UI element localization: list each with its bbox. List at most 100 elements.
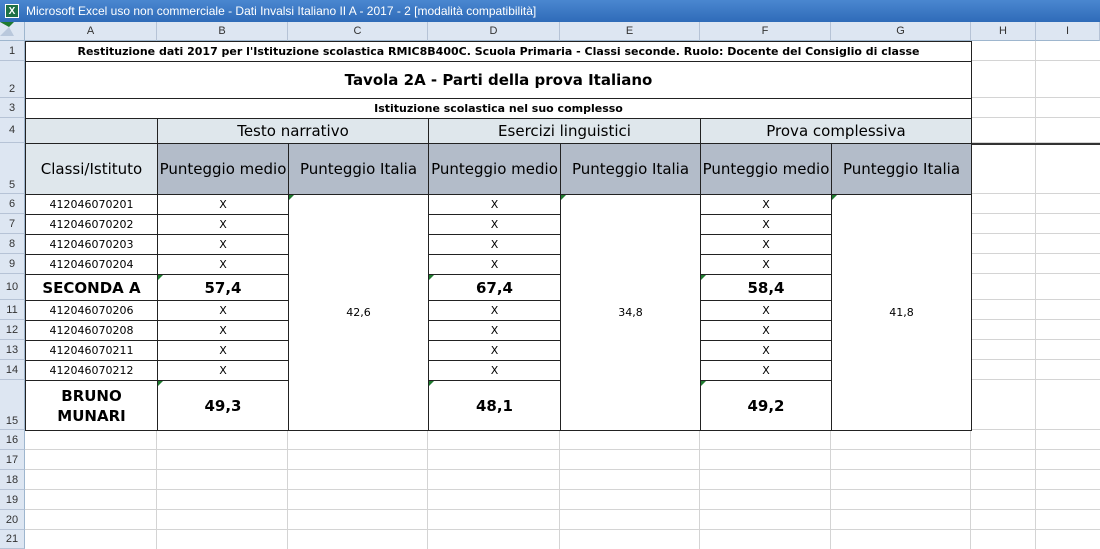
comment-indicator	[561, 195, 566, 200]
row-header-16[interactable]: 16	[0, 430, 25, 450]
row-label[interactable]: 412046070204	[25, 254, 158, 275]
score-value[interactable]: X	[428, 360, 561, 381]
score-value[interactable]: X	[700, 194, 832, 215]
row-header-18[interactable]: 18	[0, 470, 25, 490]
score-value[interactable]: X	[157, 340, 289, 361]
comment-indicator	[158, 275, 163, 280]
score-value[interactable]: X	[700, 300, 832, 321]
score-value[interactable]: X	[700, 214, 832, 235]
row-header-11[interactable]: 11	[0, 300, 25, 320]
section-testo-narrativo[interactable]: Testo narrativo	[157, 118, 429, 144]
row-label[interactable]: 412046070201	[25, 194, 158, 215]
column-header-b[interactable]: B	[157, 22, 288, 41]
row-header-3[interactable]: 3	[0, 98, 25, 118]
row-header-5[interactable]: 5	[0, 143, 25, 194]
row-header-13[interactable]: 13	[0, 340, 25, 360]
row-header-1[interactable]: 1	[0, 41, 25, 61]
score-value[interactable]: X	[700, 360, 832, 381]
table-subtitle[interactable]: Istituzione scolastica nel suo complesso	[25, 98, 972, 119]
score-value[interactable]: X	[428, 234, 561, 255]
table-title[interactable]: Tavola 2A - Parti della prova Italiano	[25, 61, 972, 99]
comment-indicator	[832, 195, 837, 200]
score-value[interactable]: 67,4	[428, 274, 561, 301]
window-title: Microsoft Excel uso non commerciale - Da…	[26, 4, 537, 18]
column-header-h[interactable]: H	[971, 22, 1036, 41]
score-value[interactable]: 58,4	[700, 274, 832, 301]
score-value[interactable]: X	[700, 234, 832, 255]
section-prova-complessiva[interactable]: Prova complessiva	[700, 118, 972, 144]
score-value[interactable]: X	[157, 360, 289, 381]
column-header-f[interactable]: F	[700, 22, 831, 41]
score-value[interactable]: X	[428, 214, 561, 235]
column-header-c[interactable]: C	[288, 22, 428, 41]
score-value[interactable]: X	[428, 300, 561, 321]
comment-indicator	[701, 381, 706, 386]
row-header-15[interactable]: 15	[0, 380, 25, 430]
score-value[interactable]: X	[157, 320, 289, 341]
comment-indicator	[429, 381, 434, 386]
row-header-9[interactable]: 9	[0, 254, 25, 274]
row-header-14[interactable]: 14	[0, 360, 25, 380]
column-header-i[interactable]: I	[1036, 22, 1100, 41]
header-punteggio-italia[interactable]: Punteggio Italia	[560, 143, 701, 195]
column-header-g[interactable]: G	[831, 22, 971, 41]
row-header-20[interactable]: 20	[0, 510, 25, 530]
score-value[interactable]: X	[428, 194, 561, 215]
column-header-d[interactable]: D	[428, 22, 560, 41]
punteggio-italia-value[interactable]: 42,6	[288, 194, 429, 431]
section-empty-cell[interactable]	[25, 118, 158, 144]
row-header-6[interactable]: 6	[0, 194, 25, 214]
row-header-19[interactable]: 19	[0, 490, 25, 510]
score-value[interactable]: 49,2	[700, 380, 832, 431]
row-label[interactable]: 412046070203	[25, 234, 158, 255]
score-value[interactable]: X	[157, 300, 289, 321]
score-value[interactable]: X	[157, 234, 289, 255]
score-value[interactable]: 48,1	[428, 380, 561, 431]
score-value[interactable]: 57,4	[157, 274, 289, 301]
column-header-a[interactable]: A	[25, 22, 157, 41]
row-label[interactable]: 412046070212	[25, 360, 158, 381]
score-value[interactable]: 49,3	[157, 380, 289, 431]
row-header-10[interactable]: 10	[0, 274, 25, 300]
header-punteggio-italia[interactable]: Punteggio Italia	[831, 143, 972, 195]
row-header-2[interactable]: 2	[0, 61, 25, 98]
row-label[interactable]: 412046070211	[25, 340, 158, 361]
header-punteggio-medio[interactable]: Punteggio medio	[700, 143, 832, 195]
score-value[interactable]: X	[157, 254, 289, 275]
row-label[interactable]: 412046070208	[25, 320, 158, 341]
score-value[interactable]: X	[157, 194, 289, 215]
header-punteggio-italia[interactable]: Punteggio Italia	[288, 143, 429, 195]
row-label[interactable]: 412046070202	[25, 214, 158, 235]
header-classi-istituto[interactable]: Classi/Istituto	[25, 143, 158, 195]
score-value[interactable]: X	[157, 214, 289, 235]
freeze-divider	[971, 143, 1100, 145]
column-header-e[interactable]: E	[560, 22, 700, 41]
row-header-17[interactable]: 17	[0, 450, 25, 470]
score-value[interactable]: X	[700, 254, 832, 275]
row-header-4[interactable]: 4	[0, 118, 25, 143]
comment-indicator	[158, 381, 163, 386]
gridline	[25, 529, 1100, 530]
row-label[interactable]: 412046070206	[25, 300, 158, 321]
row-header-8[interactable]: 8	[0, 234, 25, 254]
row-label[interactable]: BRUNO MUNARI	[25, 380, 158, 431]
score-value[interactable]: X	[428, 320, 561, 341]
gridline	[25, 509, 1100, 510]
row-label[interactable]: SECONDA A	[25, 274, 158, 301]
row-header-21[interactable]: 21	[0, 530, 25, 549]
section-esercizi-linguistici[interactable]: Esercizi linguistici	[428, 118, 701, 144]
score-value[interactable]: X	[428, 340, 561, 361]
punteggio-italia-value[interactable]: 41,8	[831, 194, 972, 431]
select-all-corner[interactable]	[0, 22, 25, 41]
row-header-12[interactable]: 12	[0, 320, 25, 340]
header-punteggio-medio[interactable]: Punteggio medio	[157, 143, 289, 195]
title-bar: X Microsoft Excel uso non commerciale - …	[0, 0, 1100, 22]
header-punteggio-medio[interactable]: Punteggio medio	[428, 143, 561, 195]
excel-icon[interactable]: X	[5, 4, 19, 18]
row-header-7[interactable]: 7	[0, 214, 25, 234]
sheet-heading[interactable]: Restituzione dati 2017 per l'Istituzione…	[25, 41, 972, 62]
score-value[interactable]: X	[428, 254, 561, 275]
punteggio-italia-value[interactable]: 34,8	[560, 194, 701, 431]
score-value[interactable]: X	[700, 320, 832, 341]
score-value[interactable]: X	[700, 340, 832, 361]
